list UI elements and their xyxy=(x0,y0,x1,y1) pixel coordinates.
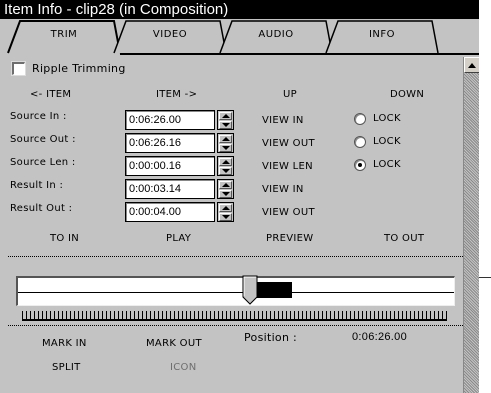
timeline-ruler xyxy=(22,311,447,321)
right-edge-background xyxy=(479,0,491,393)
tab-trim[interactable]: TRIM xyxy=(7,19,121,54)
source-in-field[interactable]: 0:06:26.00 xyxy=(125,110,215,130)
source-len-stepper[interactable] xyxy=(217,156,234,176)
ripple-trimming-checkbox[interactable] xyxy=(12,62,25,75)
position-value: 0:06:26.00 xyxy=(352,331,407,343)
item-info-window: Item Info - clip28 (in Composition) TRIM… xyxy=(0,0,491,393)
result-out-field[interactable]: 0:00:04.00 xyxy=(125,202,215,222)
slider-track xyxy=(18,292,454,293)
tab-bar: TRIM VIDEO AUDIO INFO xyxy=(0,19,479,57)
header-down: DOWN xyxy=(390,89,425,100)
view-in-button[interactable]: VIEW IN xyxy=(262,115,304,126)
ripple-trimming-label: Ripple Trimming xyxy=(32,62,126,75)
source-out-stepper[interactable] xyxy=(217,133,234,153)
window-title: Item Info - clip28 (in Composition) xyxy=(0,0,479,19)
tab-audio[interactable]: AUDIO xyxy=(219,19,333,54)
lock-label-source-in: LOCK xyxy=(373,113,401,124)
trim-slider[interactable] xyxy=(16,275,455,306)
lock-radio-source-out[interactable] xyxy=(354,136,366,148)
row-label-source-in: Source In : xyxy=(10,111,67,122)
trim-panel: Ripple Trimming <- ITEM ITEM -> UP DOWN … xyxy=(8,57,463,393)
row-label-source-len: Source Len : xyxy=(10,157,76,168)
result-in-field[interactable]: 0:00:03.14 xyxy=(125,179,215,199)
split-button[interactable]: SPLIT xyxy=(52,362,81,373)
tab-baseline xyxy=(120,53,479,55)
mark-out-button[interactable]: MARK OUT xyxy=(146,338,202,349)
result-out-stepper[interactable] xyxy=(217,202,234,222)
header-item-right: ITEM -> xyxy=(156,89,198,100)
lock-label-source-len: LOCK xyxy=(373,159,401,170)
play-button[interactable]: PLAY xyxy=(166,233,191,244)
tab-audio-label: AUDIO xyxy=(258,29,294,40)
vertical-scrollbar[interactable] xyxy=(463,57,480,393)
source-len-field[interactable]: 0:00:00.16 xyxy=(125,156,215,176)
view-out-button[interactable]: VIEW OUT xyxy=(262,138,315,149)
tab-video-label: VIDEO xyxy=(152,29,188,40)
header-item-left: <- ITEM xyxy=(30,89,72,100)
timeline-top-divider xyxy=(8,256,463,257)
lock-radio-source-len[interactable] xyxy=(354,159,366,171)
tab-info[interactable]: INFO xyxy=(325,19,439,54)
row-label-source-out: Source Out : xyxy=(10,134,76,145)
slider-thumb[interactable] xyxy=(242,275,258,305)
source-out-field[interactable]: 0:06:26.16 xyxy=(125,133,215,153)
to-in-button[interactable]: TO IN xyxy=(50,233,79,244)
row-label-result-out: Result Out : xyxy=(10,203,73,214)
window-content: TRIM VIDEO AUDIO INFO Ripple Trimming <-… xyxy=(0,19,480,393)
view-result-out-button[interactable]: VIEW OUT xyxy=(262,207,315,218)
preview-button[interactable]: PREVIEW xyxy=(266,233,313,244)
source-in-stepper[interactable] xyxy=(217,110,234,130)
tab-info-label: INFO xyxy=(368,29,396,40)
timeline-bottom-divider xyxy=(8,325,463,326)
icon-button[interactable]: ICON xyxy=(170,362,196,373)
lock-label-source-out: LOCK xyxy=(373,136,401,147)
view-len-button[interactable]: VIEW LEN xyxy=(262,161,313,172)
result-in-stepper[interactable] xyxy=(217,179,234,199)
tab-trim-label: TRIM xyxy=(50,29,78,40)
to-out-button[interactable]: TO OUT xyxy=(384,233,424,244)
header-up: UP xyxy=(283,89,297,100)
lock-radio-source-in[interactable] xyxy=(354,113,366,125)
scroll-up-arrow-icon[interactable] xyxy=(464,57,480,73)
right-edge-pointer-line xyxy=(479,277,491,278)
position-label: Position : xyxy=(244,331,298,344)
mark-in-button[interactable]: MARK IN xyxy=(42,338,87,349)
row-label-result-in: Result In : xyxy=(10,180,64,191)
tab-video[interactable]: VIDEO xyxy=(113,19,227,54)
view-result-in-button[interactable]: VIEW IN xyxy=(262,184,304,195)
